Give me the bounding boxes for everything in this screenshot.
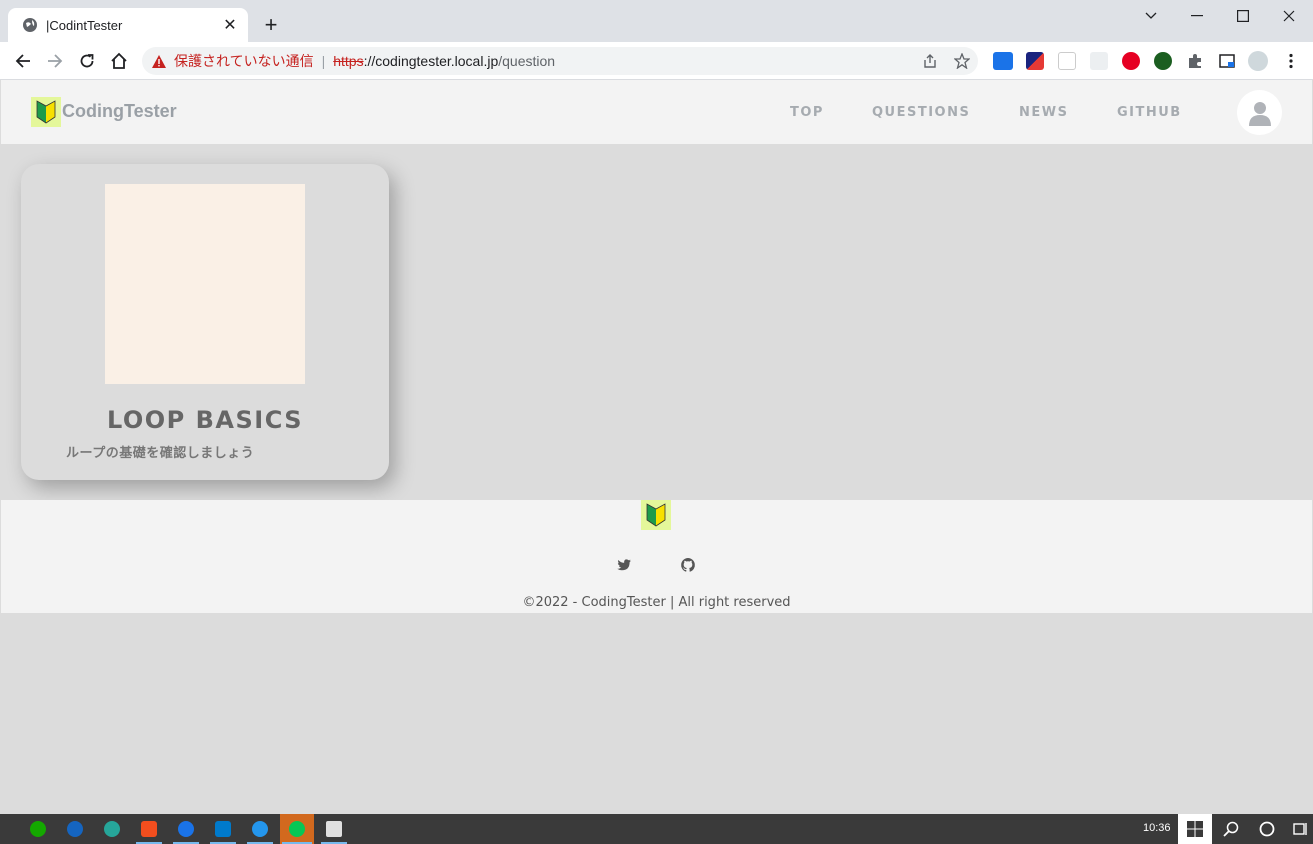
nav-top[interactable]: TOP xyxy=(790,105,824,120)
minimize-icon[interactable] xyxy=(1174,0,1220,32)
menu-dots-icon[interactable] xyxy=(1282,52,1300,70)
divider: | xyxy=(321,53,326,69)
extension-yen-icon[interactable] xyxy=(1058,52,1076,70)
puzzle-icon[interactable] xyxy=(1186,52,1204,70)
question-list: LOOP BASICS ループの基礎を確認しましょう xyxy=(1,144,1312,500)
footer-logo xyxy=(641,500,671,530)
share-icon[interactable] xyxy=(922,53,938,69)
card-title: LOOP BASICS xyxy=(106,406,304,434)
task-view-icon[interactable] xyxy=(1288,814,1313,844)
card-description: ループの基礎を確認しましょう xyxy=(66,445,255,460)
page-background xyxy=(1,613,1312,814)
maximize-icon[interactable] xyxy=(1220,0,1266,32)
pinterest-icon[interactable] xyxy=(1122,52,1140,70)
taskbar-app-vpn[interactable] xyxy=(97,814,127,844)
browser-tab[interactable]: |CodintTester ✕ xyxy=(8,8,248,42)
taskbar-app-docker[interactable] xyxy=(245,814,275,844)
address-bar[interactable]: 保護されていない通信 | https://codingtester.local.… xyxy=(142,47,978,75)
nav-news[interactable]: NEWS xyxy=(1019,105,1068,120)
copyright-text: ©2022 - CodingTester | All right reserve… xyxy=(522,595,791,610)
cortana-icon[interactable] xyxy=(1252,814,1282,844)
security-label[interactable]: 保護されていない通信 xyxy=(174,51,314,71)
extension-grid-icon[interactable] xyxy=(1090,52,1108,70)
plus-icon[interactable]: + xyxy=(258,12,284,38)
site-header: CodingTester TOP QUESTIONS NEWS GITHUB xyxy=(1,80,1312,144)
url-path: /question xyxy=(498,53,556,69)
download-icon[interactable] xyxy=(1154,52,1172,70)
search-icon[interactable] xyxy=(1216,814,1246,844)
window-close-icon[interactable] xyxy=(1266,0,1312,32)
chevron-down-icon[interactable] xyxy=(1128,0,1174,32)
windows-taskbar: 10:36 xyxy=(0,814,1313,844)
taskbar-app-upwork[interactable] xyxy=(23,814,53,844)
question-card[interactable]: LOOP BASICS ループの基礎を確認しましょう xyxy=(21,164,389,480)
profile-avatar[interactable] xyxy=(1248,51,1268,71)
twitter-icon[interactable] xyxy=(616,557,632,573)
start-button[interactable] xyxy=(1178,814,1212,844)
taskbar-app-vscode[interactable] xyxy=(208,814,238,844)
brand-name[interactable]: CodingTester xyxy=(62,101,177,122)
close-icon[interactable]: ✕ xyxy=(222,15,238,35)
globe-icon xyxy=(23,18,37,32)
taskbar-app-figma[interactable] xyxy=(134,814,164,844)
browser-tab-bar: |CodintTester ✕ + xyxy=(0,0,1313,42)
reload-icon[interactable] xyxy=(74,48,100,74)
taskbar-app-window[interactable] xyxy=(319,814,349,844)
star-icon[interactable] xyxy=(954,53,970,69)
extension-flag-icon[interactable] xyxy=(1026,52,1044,70)
browser-toolbar: 保護されていない通信 | https://codingtester.local.… xyxy=(0,42,1313,80)
taskbar-app-maps[interactable] xyxy=(171,814,201,844)
github-icon[interactable] xyxy=(680,557,696,573)
beginner-mark-icon xyxy=(646,503,666,527)
tab-title: |CodintTester xyxy=(46,17,123,33)
user-icon xyxy=(1248,101,1271,126)
nav-questions[interactable]: QUESTIONS xyxy=(872,105,970,120)
extension-new-icon[interactable] xyxy=(993,52,1013,70)
beginner-mark-icon xyxy=(36,100,56,124)
url-host: ://codingtester.local.jp xyxy=(363,53,499,69)
taskbar-app-c[interactable] xyxy=(60,814,90,844)
card-thumbnail xyxy=(105,184,305,384)
site-logo[interactable] xyxy=(31,97,61,127)
nav-github[interactable]: GITHUB xyxy=(1117,105,1182,120)
windows-icon xyxy=(1187,821,1203,837)
warning-icon[interactable] xyxy=(152,54,166,68)
taskbar-app-line[interactable] xyxy=(280,814,314,844)
user-avatar-button[interactable] xyxy=(1237,90,1282,135)
side-panel-icon[interactable] xyxy=(1218,52,1236,70)
back-arrow-icon[interactable] xyxy=(10,48,36,74)
taskbar-clock[interactable]: 10:36 xyxy=(1143,822,1171,834)
site-footer: ©2022 - CodingTester | All right reserve… xyxy=(1,500,1312,613)
forward-arrow-icon[interactable] xyxy=(42,48,68,74)
home-icon[interactable] xyxy=(106,48,132,74)
url-scheme: https xyxy=(333,53,364,69)
